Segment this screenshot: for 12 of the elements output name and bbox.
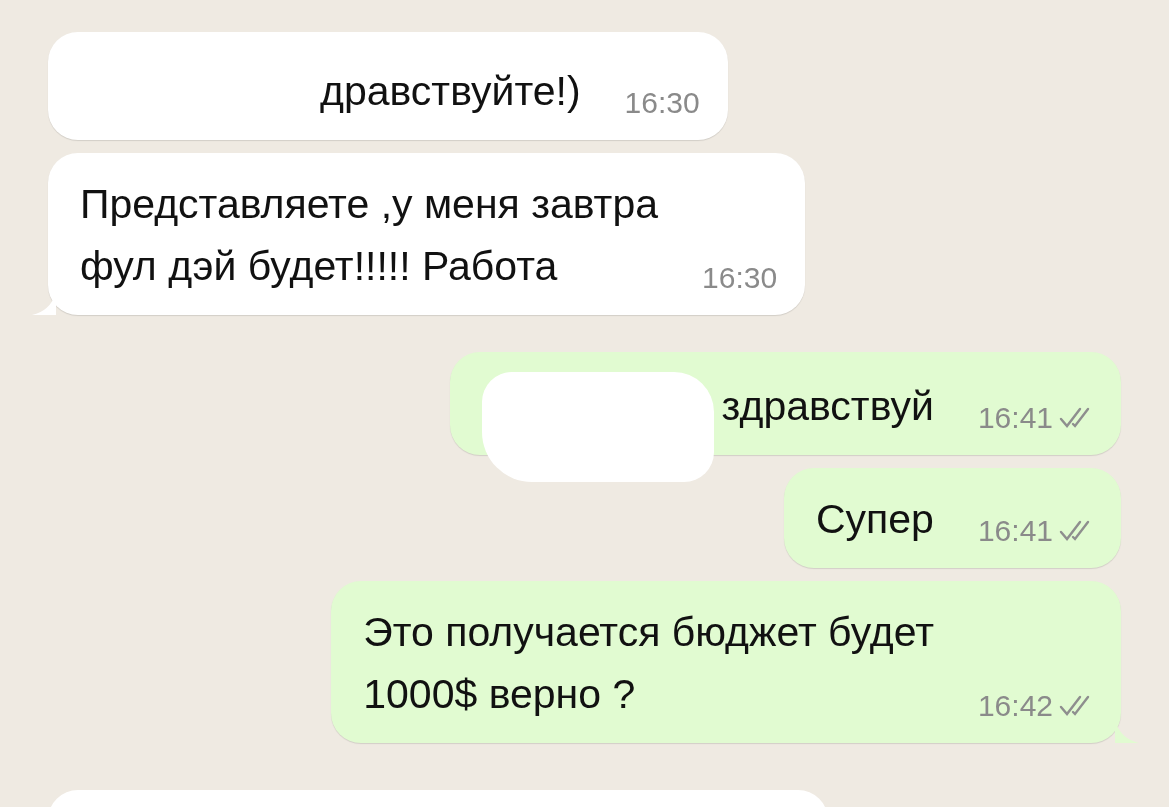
message-text: здравствуй: [721, 382, 934, 431]
message-text: Это получается бюджет будет: [363, 608, 934, 657]
message-text: фул дэй будет!!!!! Работа: [80, 242, 559, 291]
message-time: 16:30: [624, 86, 700, 120]
message-time: 16:41: [977, 514, 1053, 548]
message-text: дравствуйте!): [320, 67, 581, 116]
message-time: 16:30: [702, 261, 778, 295]
message-text: Супер: [816, 495, 934, 544]
message-time: 16:42: [977, 689, 1053, 723]
message-text: Представляете ,у меня завтра: [80, 180, 658, 229]
message-text: 1000$ верно ?: [363, 670, 637, 719]
message-time: 16:41: [977, 401, 1053, 435]
